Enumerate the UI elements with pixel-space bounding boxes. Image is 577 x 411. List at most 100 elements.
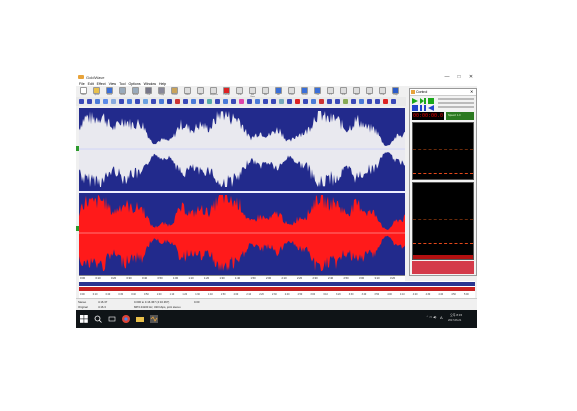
minimize-button[interactable]: — xyxy=(441,74,453,81)
toolbar-label: Redo xyxy=(132,94,139,96)
save-button[interactable]: Save xyxy=(106,87,113,96)
redo-button[interactable]: Redo xyxy=(132,87,139,96)
right-channel-handle[interactable] xyxy=(76,226,79,231)
copy-button[interactable]: Copy xyxy=(158,87,165,96)
paste-button[interactable]: Paste xyxy=(171,87,178,96)
overview-tick-label: 0:20 xyxy=(105,293,111,296)
maximize-button[interactable]: □ xyxy=(453,74,465,81)
play-selection-button[interactable] xyxy=(420,98,426,104)
select-view-button[interactable]: Sel View xyxy=(249,87,256,98)
effect-tool-icon[interactable] xyxy=(391,99,396,104)
effect-tool-icon[interactable] xyxy=(95,99,100,104)
search-icon[interactable] xyxy=(93,314,103,324)
new-file-button[interactable]: New xyxy=(80,87,87,96)
effect-tool-icon[interactable] xyxy=(239,99,244,104)
pause-button[interactable] xyxy=(420,105,426,111)
effect-tool-icon[interactable] xyxy=(143,99,148,104)
play-custom-button[interactable] xyxy=(428,98,434,104)
overview-tick-label: 0:40 xyxy=(131,293,136,296)
effect-tool-icon[interactable] xyxy=(343,99,348,104)
overview-tick-label: 4:20 xyxy=(412,293,418,296)
effect-tool-icon[interactable] xyxy=(111,99,116,104)
effect-tool-icon[interactable] xyxy=(383,99,388,104)
input-language[interactable]: A xyxy=(440,315,443,320)
effect-tool-icon[interactable] xyxy=(119,99,124,104)
windows-start-icon[interactable] xyxy=(79,314,89,324)
replace-button[interactable]: Replace xyxy=(210,87,218,96)
effect-tool-icon[interactable] xyxy=(351,99,356,104)
waveform-view[interactable] xyxy=(79,108,405,275)
zoom-in-button[interactable]: Zoom xyxy=(301,87,308,96)
tray-icons[interactable]: ⌃ ▭ ◀) xyxy=(426,315,436,319)
effect-tool-icon[interactable] xyxy=(359,99,364,104)
effect-tool-icon[interactable] xyxy=(191,99,196,104)
effect-tool-icon[interactable] xyxy=(327,99,332,104)
effect-tool-icon[interactable] xyxy=(231,99,236,104)
set-marker-button[interactable]: Set xyxy=(262,87,269,96)
volume-slider[interactable] xyxy=(438,98,474,100)
effect-tool-icon[interactable] xyxy=(367,99,372,104)
stop-button[interactable] xyxy=(412,105,418,111)
zoom-out-button[interactable]: Out xyxy=(314,87,321,96)
close-button[interactable]: ✕ xyxy=(465,74,477,81)
zoom-full-button[interactable]: Full xyxy=(340,87,347,96)
effect-tool-icon[interactable] xyxy=(263,99,268,104)
effect-tool-icon[interactable] xyxy=(175,99,180,104)
effect-tool-icon[interactable] xyxy=(255,99,260,104)
paste-new-button[interactable]: New xyxy=(184,87,191,96)
effect-tool-icon[interactable] xyxy=(335,99,340,104)
delete-button[interactable]: Delete xyxy=(223,87,230,96)
effect-tool-icon[interactable] xyxy=(167,99,172,104)
effect-tool-icon[interactable] xyxy=(135,99,140,104)
effect-tool-icon[interactable] xyxy=(247,99,252,104)
open-folder-button[interactable]: Open xyxy=(93,87,100,96)
left-channel-handle[interactable] xyxy=(76,146,79,151)
effect-tool-icon[interactable] xyxy=(279,99,284,104)
balance-slider[interactable] xyxy=(438,102,474,104)
control-close-icon[interactable]: ✕ xyxy=(470,89,473,95)
play-button[interactable] xyxy=(412,98,418,104)
effect-tool-icon[interactable] xyxy=(87,99,92,104)
tool-button[interactable]: Tool xyxy=(353,87,360,96)
effect-tool-icon[interactable] xyxy=(303,99,308,104)
effect-tool-icon[interactable] xyxy=(375,99,380,104)
effect-tool-icon[interactable] xyxy=(159,99,164,104)
toolbar-label: Open xyxy=(93,94,100,96)
trim-button[interactable]: Trim xyxy=(236,87,243,96)
file-explorer-icon[interactable] xyxy=(135,314,145,324)
effect-tool-icon[interactable] xyxy=(79,99,84,104)
mix-button[interactable]: Mix xyxy=(197,87,204,96)
effect-tool-icon[interactable] xyxy=(183,99,188,104)
speed-slider[interactable] xyxy=(438,106,474,108)
effect-button[interactable]: Eff xyxy=(366,87,373,96)
effect-tool-icon[interactable] xyxy=(287,99,292,104)
effect-tool-icon[interactable] xyxy=(311,99,316,104)
effect-tool-icon[interactable] xyxy=(207,99,212,104)
cue-button[interactable]: Cue xyxy=(379,87,386,96)
overview-bar[interactable] xyxy=(79,281,475,293)
effect-tool-icon[interactable] xyxy=(223,99,228,104)
effect-tool-icon[interactable] xyxy=(215,99,220,104)
effect-tool-icon[interactable] xyxy=(199,99,204,104)
undo-button[interactable]: Undo xyxy=(119,87,126,96)
help-button[interactable]: Help xyxy=(392,87,399,96)
effect-tool-icon[interactable] xyxy=(319,99,324,104)
rewind-button[interactable] xyxy=(428,105,434,111)
goldwave-taskbar-icon[interactable] xyxy=(149,314,159,324)
select-all-button[interactable]: All xyxy=(275,87,282,96)
clock-date[interactable]: 2017-06-21 xyxy=(448,319,461,322)
effect-tool-icon[interactable] xyxy=(295,99,300,104)
prev-button[interactable]: Prev xyxy=(288,87,295,96)
effect-tool-icon[interactable] xyxy=(271,99,276,104)
task-view-icon[interactable] xyxy=(107,314,117,324)
copy-icon xyxy=(158,87,165,94)
chrome-icon[interactable] xyxy=(121,314,131,324)
overview-tick-label: 4:50 xyxy=(451,293,456,296)
effect-tool-icon[interactable] xyxy=(103,99,108,104)
clock-time[interactable]: 오후 8:15 xyxy=(450,313,462,317)
scissors-button[interactable]: Cut xyxy=(145,87,152,96)
effect-tool-icon[interactable] xyxy=(151,99,156,104)
overview-tick-label: 4:00 xyxy=(387,293,392,296)
zoom-fit-button[interactable]: 1:1 xyxy=(327,87,334,96)
effect-tool-icon[interactable] xyxy=(127,99,132,104)
